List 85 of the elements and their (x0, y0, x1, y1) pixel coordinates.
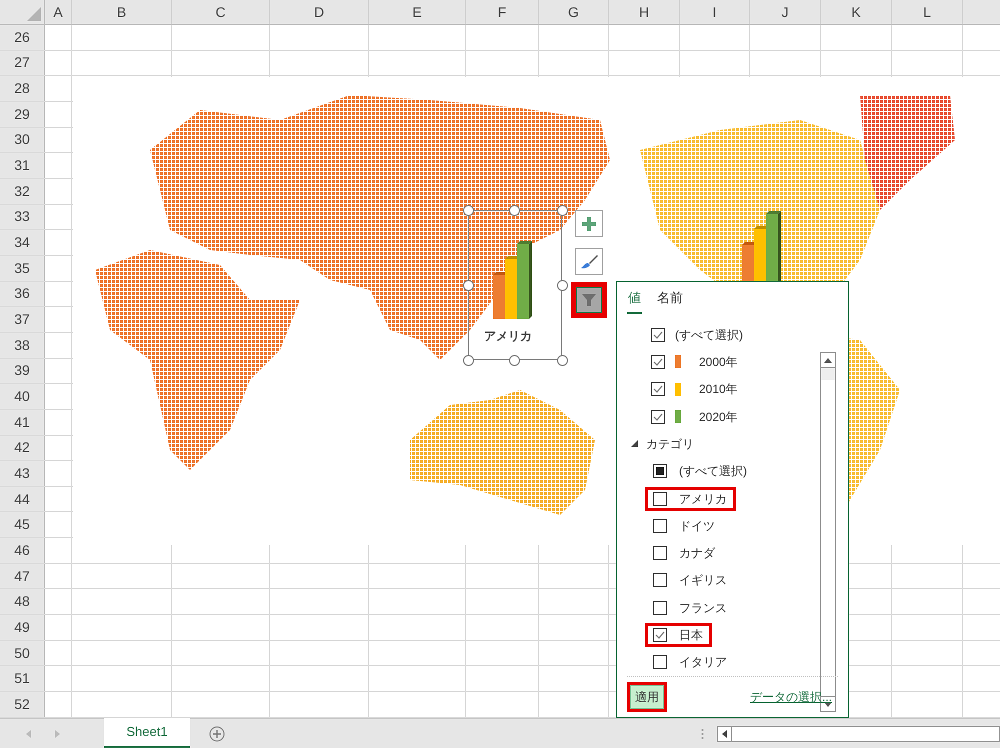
checkbox[interactable] (653, 573, 667, 588)
chart-label: アメリカ (484, 328, 532, 345)
column-header[interactable]: D (270, 0, 369, 24)
column-header[interactable]: K (821, 0, 892, 24)
row-header[interactable]: 47 (0, 564, 45, 588)
checkbox[interactable] (653, 600, 667, 615)
row-header[interactable]: 44 (0, 486, 45, 512)
row-header[interactable]: 40 (0, 384, 45, 409)
scroll-thumb[interactable] (821, 368, 835, 380)
chart-elements-button[interactable] (575, 210, 603, 237)
column-header[interactable]: I (680, 0, 750, 24)
splitter-dots-icon[interactable] (701, 728, 704, 740)
row-header[interactable]: 39 (0, 358, 45, 384)
filter-tab[interactable]: 名前 (656, 284, 684, 314)
scrollbar[interactable] (820, 352, 836, 712)
checkbox[interactable] (653, 655, 667, 670)
add-sheet-icon[interactable] (209, 726, 225, 742)
checkbox[interactable] (651, 410, 665, 424)
row-header[interactable]: 37 (0, 307, 45, 332)
row-header[interactable]: 35 (0, 256, 45, 281)
row-header[interactable]: 46 (0, 538, 45, 563)
checkbox[interactable] (653, 628, 667, 642)
category-label: アメリカ (679, 490, 727, 508)
checkbox[interactable] (651, 354, 665, 369)
checkbox[interactable] (653, 492, 667, 506)
row-header[interactable]: 29 (0, 102, 45, 127)
apply-button[interactable]: 適用 (630, 685, 664, 709)
sheet-tab[interactable]: Sheet1 (104, 718, 190, 748)
row-header[interactable]: 41 (0, 410, 45, 434)
category-label: イギリス (679, 572, 727, 590)
category-label: イタリア (679, 654, 727, 672)
horizontal-scrollbar[interactable] (717, 726, 1000, 742)
row-header[interactable]: 49 (0, 615, 45, 640)
row-header[interactable]: 26 (0, 25, 45, 50)
group-label: カテゴリ (646, 436, 694, 453)
row-header[interactable]: 28 (0, 76, 45, 101)
series-label: 2010年 (699, 381, 738, 398)
row-header[interactable]: 34 (0, 230, 45, 255)
select-data-link[interactable]: データの選択... (750, 688, 832, 706)
row-header[interactable]: 38 (0, 332, 45, 358)
row-header[interactable]: 52 (0, 692, 45, 717)
row-header[interactable]: 32 (0, 178, 45, 204)
filter-tab[interactable]: 値 (627, 284, 642, 314)
row-header[interactable]: 43 (0, 461, 45, 486)
series-label: 2020年 (699, 408, 738, 426)
series-label: 2000年 (699, 354, 738, 371)
category-label: フランス (679, 600, 727, 617)
row-header[interactable]: 30 (0, 128, 45, 152)
column-header[interactable]: B (72, 0, 172, 24)
paintbrush-icon (580, 254, 598, 270)
column-header[interactable]: E (369, 0, 466, 24)
plus-icon (582, 216, 596, 230)
column-header[interactable]: F (466, 0, 539, 24)
row-header[interactable]: 33 (0, 204, 45, 230)
series-label: (すべて選択) (675, 326, 743, 344)
row-header[interactable]: 36 (0, 282, 45, 306)
category-label: カナダ (679, 545, 715, 562)
column-header[interactable]: C (172, 0, 270, 24)
category-label: 日本 (679, 627, 703, 644)
category-label: (すべて選択) (679, 463, 747, 480)
column-header[interactable]: L (892, 0, 963, 24)
row-header[interactable]: 45 (0, 512, 45, 538)
column-header[interactable]: G (539, 0, 609, 24)
checkbox[interactable] (651, 328, 665, 342)
row-header[interactable]: 48 (0, 589, 45, 614)
row-header[interactable]: 31 (0, 153, 45, 178)
scroll-left-arrow-icon[interactable] (722, 730, 727, 738)
expand-triangle-icon[interactable] (631, 440, 638, 448)
selected-chart-box[interactable]: アメリカ (468, 210, 562, 360)
checkbox[interactable] (653, 518, 667, 533)
checkbox[interactable] (653, 464, 667, 478)
corner-triangle-icon (27, 7, 41, 21)
column-header[interactable]: A (45, 0, 72, 24)
row-header[interactable]: 27 (0, 50, 45, 76)
checkbox[interactable] (651, 382, 665, 396)
column-header[interactable]: J (750, 0, 821, 24)
row-header[interactable]: 51 (0, 666, 45, 692)
row-header[interactable]: 42 (0, 436, 45, 460)
column-header[interactable]: H (609, 0, 680, 24)
checkbox[interactable] (653, 546, 667, 560)
chart-filters-button[interactable] (571, 282, 607, 318)
row-header[interactable]: 50 (0, 640, 45, 666)
chart-styles-button[interactable] (575, 248, 603, 275)
filter-icon (581, 292, 597, 308)
category-label: ドイツ (679, 518, 715, 535)
